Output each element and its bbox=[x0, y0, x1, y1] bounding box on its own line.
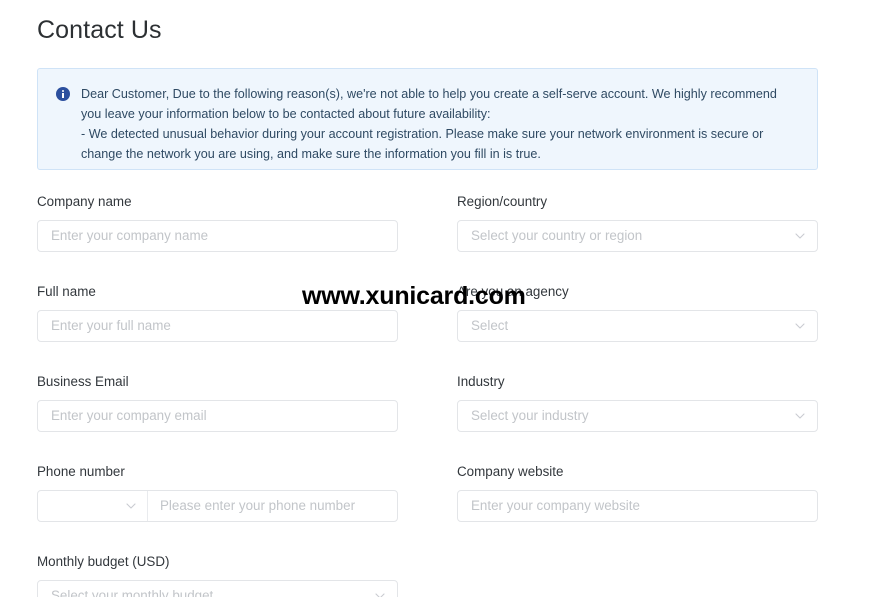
form-row: Business Email Enter your company email … bbox=[37, 373, 837, 463]
field-label: Company website bbox=[457, 464, 564, 479]
input-placeholder: Enter your company name bbox=[51, 228, 209, 243]
company-website-input[interactable]: Enter your company website bbox=[457, 490, 818, 522]
field-industry: Industry Select your industry bbox=[457, 373, 818, 432]
alert-line: Dear Customer, Due to the following reas… bbox=[81, 87, 777, 101]
contact-form: Company name Enter your company name Reg… bbox=[37, 193, 837, 597]
form-row: Phone number Please enter your phone num… bbox=[37, 463, 837, 553]
field-label: Monthly budget (USD) bbox=[37, 554, 170, 569]
input-placeholder: Enter your full name bbox=[51, 318, 171, 333]
page-title: Contact Us bbox=[37, 16, 162, 44]
input-placeholder: Enter your company email bbox=[51, 408, 207, 423]
site-watermark: www.xunicard.com bbox=[302, 282, 526, 310]
field-label: Business Email bbox=[37, 374, 129, 389]
region-country-select[interactable]: Select your country or region bbox=[457, 220, 818, 252]
chevron-down-icon bbox=[795, 231, 805, 240]
company-name-input[interactable]: Enter your company name bbox=[37, 220, 398, 252]
field-company-name: Company name Enter your company name bbox=[37, 193, 398, 252]
field-region-country: Region/country Select your country or re… bbox=[457, 193, 818, 252]
alert-line: you leave your information below to be c… bbox=[81, 107, 491, 121]
phone-country-code-select[interactable] bbox=[38, 491, 148, 521]
field-label: Phone number bbox=[37, 464, 125, 479]
field-label: Region/country bbox=[457, 194, 548, 209]
business-email-input[interactable]: Enter your company email bbox=[37, 400, 398, 432]
alert-line: - We detected unusual behavior during yo… bbox=[81, 127, 764, 141]
monthly-budget-select[interactable]: Select your monthly budget bbox=[37, 580, 398, 597]
alert-line: change the network you are using, and ma… bbox=[81, 147, 541, 161]
are-you-an-agency-select[interactable]: Select bbox=[457, 310, 818, 342]
select-placeholder: Select your industry bbox=[471, 408, 589, 423]
phone-number-input[interactable]: Please enter your phone number bbox=[148, 491, 397, 521]
field-company-website: Company website Enter your company websi… bbox=[457, 463, 818, 522]
industry-select[interactable]: Select your industry bbox=[457, 400, 818, 432]
form-row: Monthly budget (USD) Select your monthly… bbox=[37, 553, 837, 597]
select-placeholder: Select bbox=[471, 318, 509, 333]
select-placeholder: Select your country or region bbox=[471, 228, 643, 243]
input-placeholder: Please enter your phone number bbox=[160, 498, 356, 513]
select-placeholder: Select your monthly budget bbox=[51, 588, 214, 597]
chevron-down-icon bbox=[795, 321, 805, 330]
info-circle-icon bbox=[56, 87, 70, 101]
field-monthly-budget: Monthly budget (USD) Select your monthly… bbox=[37, 553, 398, 597]
input-placeholder: Enter your company website bbox=[471, 498, 640, 513]
chevron-down-icon bbox=[795, 411, 805, 420]
info-alert-banner: Dear Customer, Due to the following reas… bbox=[37, 68, 818, 170]
field-business-email: Business Email Enter your company email bbox=[37, 373, 398, 432]
form-row: Company name Enter your company name Reg… bbox=[37, 193, 837, 283]
field-phone-number: Phone number Please enter your phone num… bbox=[37, 463, 398, 522]
phone-number-group: Please enter your phone number bbox=[37, 490, 398, 522]
field-label: Company name bbox=[37, 194, 132, 209]
chevron-down-icon bbox=[375, 591, 385, 597]
info-alert-text: Dear Customer, Due to the following reas… bbox=[81, 84, 777, 164]
full-name-input[interactable]: Enter your full name bbox=[37, 310, 398, 342]
field-label: Industry bbox=[457, 374, 505, 389]
chevron-down-icon bbox=[126, 501, 136, 510]
contact-us-page: Contact Us Dear Customer, Due to the fol… bbox=[0, 0, 875, 597]
